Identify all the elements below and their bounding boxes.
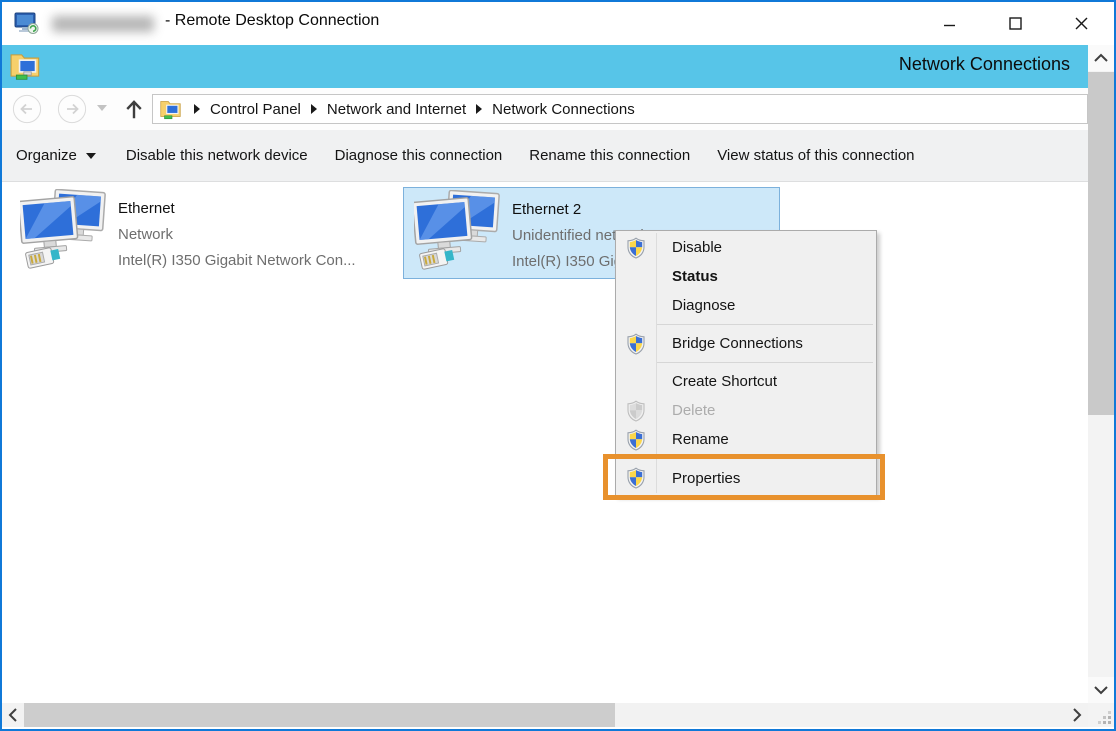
menu-separator — [657, 324, 873, 325]
window-title: - Remote Desktop Connection — [165, 12, 379, 30]
chevron-up-icon — [1093, 53, 1109, 63]
uac-shield-disabled-icon — [625, 400, 647, 422]
network-adapter-icon — [20, 189, 108, 275]
view-status-command[interactable]: View status of this connection — [717, 147, 914, 164]
menu-label: Rename — [672, 431, 729, 448]
vertical-scrollbar[interactable] — [1088, 45, 1114, 703]
menu-item-rename[interactable]: Rename — [616, 425, 876, 454]
forward-button[interactable] — [57, 94, 87, 124]
menu-label: Create Shortcut — [672, 373, 777, 390]
uac-shield-icon — [625, 333, 647, 355]
maximize-button[interactable] — [982, 2, 1048, 45]
maximize-icon — [1009, 17, 1022, 30]
chevron-down-icon — [1093, 685, 1109, 695]
scroll-down-button[interactable] — [1088, 677, 1114, 703]
close-icon — [1075, 17, 1088, 30]
minimize-icon — [943, 17, 956, 30]
menu-item-status[interactable]: Status — [616, 262, 876, 291]
organize-dropdown-icon — [86, 153, 96, 159]
navigation-bar: Control Panel Network and Internet Netwo… — [2, 88, 1088, 130]
up-one-level-button[interactable] — [122, 97, 146, 121]
menu-item-bridge-connections[interactable]: Bridge Connections — [616, 329, 876, 358]
back-button[interactable] — [12, 94, 42, 124]
rdp-window: - Remote Desktop Connection Network Co — [0, 0, 1116, 731]
command-toolbar: Organize Disable this network device Dia… — [2, 130, 1088, 182]
network-adapter-icon — [414, 190, 502, 276]
menu-item-delete-disabled: Delete — [616, 396, 876, 425]
page-title: Network Connections — [899, 54, 1070, 75]
address-bar[interactable]: Control Panel Network and Internet Netwo… — [152, 94, 1088, 124]
connection-tile-ethernet[interactable]: Ethernet Network Intel(R) I350 Gigabit N… — [10, 187, 398, 279]
diagnose-connection-command[interactable]: Diagnose this connection — [335, 147, 503, 164]
organize-label: Organize — [16, 147, 77, 164]
menu-label: Diagnose — [672, 297, 735, 314]
scrollbar-corner — [1088, 703, 1114, 727]
disable-device-command[interactable]: Disable this network device — [126, 147, 308, 164]
connections-list: Ethernet Network Intel(R) I350 Gigabit N… — [2, 182, 1088, 703]
network-connections-folder-icon — [10, 50, 44, 81]
annotation-highlight-properties — [603, 454, 885, 500]
menu-label: Delete — [672, 402, 715, 419]
uac-shield-icon — [625, 429, 647, 451]
rdp-app-icon — [14, 12, 40, 35]
close-button[interactable] — [1048, 2, 1114, 45]
vertical-scrollbar-thumb[interactable] — [1088, 72, 1114, 415]
uac-shield-icon — [625, 237, 647, 259]
breadcrumb-control-panel[interactable]: Control Panel — [210, 101, 301, 118]
app-header: Network Connections — [2, 45, 1088, 88]
menu-item-create-shortcut[interactable]: Create Shortcut — [616, 367, 876, 396]
breadcrumb-separator-icon — [311, 104, 317, 114]
menu-label: Disable — [672, 239, 722, 256]
menu-item-diagnose[interactable]: Diagnose — [616, 291, 876, 320]
window-controls — [916, 2, 1114, 45]
connection-tile-text: Ethernet Network Intel(R) I350 Gigabit N… — [118, 187, 356, 279]
chevron-left-icon — [8, 707, 18, 723]
menu-label: Status — [672, 268, 718, 285]
resize-grip-icon[interactable] — [1108, 721, 1111, 724]
breadcrumb-separator-icon — [194, 104, 200, 114]
scroll-up-button[interactable] — [1088, 45, 1114, 71]
breadcrumb-network-connections[interactable]: Network Connections — [492, 101, 635, 118]
connection-name: Ethernet — [118, 196, 356, 222]
organize-button[interactable]: Organize — [16, 147, 96, 164]
redacted-host-address — [52, 16, 154, 32]
connection-device: Intel(R) I350 Gigabit Network Con... — [118, 248, 356, 274]
breadcrumb-separator-icon — [476, 104, 482, 114]
chevron-right-icon — [1072, 707, 1082, 723]
minimize-button[interactable] — [916, 2, 982, 45]
menu-label: Bridge Connections — [672, 335, 803, 352]
breadcrumb-network-and-internet[interactable]: Network and Internet — [327, 101, 466, 118]
menu-separator — [657, 362, 873, 363]
rename-connection-command[interactable]: Rename this connection — [529, 147, 690, 164]
recent-pages-dropdown-icon[interactable] — [97, 105, 107, 111]
menu-item-disable[interactable]: Disable — [616, 233, 876, 262]
rdp-titlebar: - Remote Desktop Connection — [2, 2, 1114, 45]
connection-status: Network — [118, 222, 356, 248]
horizontal-scrollbar[interactable] — [2, 703, 1088, 727]
address-folder-icon — [160, 98, 184, 120]
scroll-right-button[interactable] — [1066, 703, 1088, 727]
scroll-left-button[interactable] — [2, 703, 24, 727]
horizontal-scrollbar-thumb[interactable] — [24, 703, 615, 727]
connection-name: Ethernet 2 — [512, 197, 648, 223]
